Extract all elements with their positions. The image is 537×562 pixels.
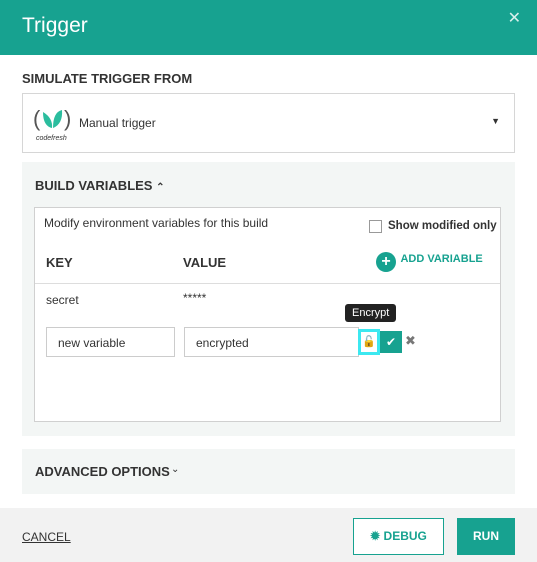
show-modified-checkbox[interactable]: [369, 220, 382, 233]
chevron-up-icon: ⌃: [156, 182, 165, 193]
new-value-input[interactable]: encrypted: [184, 327, 359, 357]
chevron-down-icon: ⌄: [171, 464, 180, 475]
trigger-select[interactable]: () codefresh Manual trigger ▼: [22, 93, 515, 153]
selected-trigger: Manual trigger: [79, 116, 156, 130]
new-key-input[interactable]: new variable: [46, 327, 175, 357]
dialog-footer: CANCEL ✹ DEBUG RUN: [0, 508, 537, 562]
encrypt-lock-icon[interactable]: 🔓: [358, 329, 380, 355]
variable-value: *****: [183, 291, 207, 305]
variable-key: secret: [46, 293, 79, 307]
dialog-title: Trigger: [22, 14, 88, 37]
confirm-check-icon[interactable]: ✔: [380, 331, 402, 353]
close-icon[interactable]: ✕: [508, 8, 521, 28]
variables-panel: Modify environment variables for this bu…: [34, 207, 501, 422]
build-variables-label: BUILD VARIABLES: [35, 178, 153, 193]
run-button[interactable]: RUN: [457, 518, 515, 555]
debug-label: DEBUG: [383, 529, 427, 543]
advanced-options-section[interactable]: ADVANCED OPTIONS ⌄: [22, 449, 515, 494]
add-variable-label: ADD VARIABLE: [400, 253, 483, 265]
build-variables-section: BUILD VARIABLES ⌃ Modify environment var…: [22, 162, 515, 436]
codefresh-logo-icon: () codefresh: [33, 106, 71, 142]
value-header: VALUE: [183, 255, 227, 270]
chevron-down-icon: ▼: [491, 116, 500, 126]
svg-text:): ): [64, 106, 71, 131]
hint-text: Modify environment variables for this bu…: [44, 216, 269, 230]
build-variables-toggle[interactable]: BUILD VARIABLES ⌃: [35, 178, 165, 193]
remove-x-icon[interactable]: ✖: [405, 333, 416, 349]
cancel-button[interactable]: CANCEL: [22, 530, 71, 544]
encrypt-tooltip: Encrypt: [345, 304, 397, 322]
svg-text:(: (: [33, 106, 41, 131]
simulate-label: SIMULATE TRIGGER FROM: [22, 71, 193, 86]
plus-icon: +: [376, 252, 396, 272]
add-variable-button[interactable]: + ADD VARIABLE: [376, 252, 483, 272]
svg-text:codefresh: codefresh: [36, 135, 67, 142]
debug-button[interactable]: ✹ DEBUG: [353, 518, 444, 555]
key-header: KEY: [46, 255, 73, 270]
show-modified-label: Show modified only: [388, 220, 497, 232]
dialog-header: Trigger ✕: [0, 0, 537, 55]
divider: [35, 283, 500, 284]
bug-icon: ✹: [370, 529, 381, 543]
advanced-options-label: ADVANCED OPTIONS: [35, 464, 170, 479]
